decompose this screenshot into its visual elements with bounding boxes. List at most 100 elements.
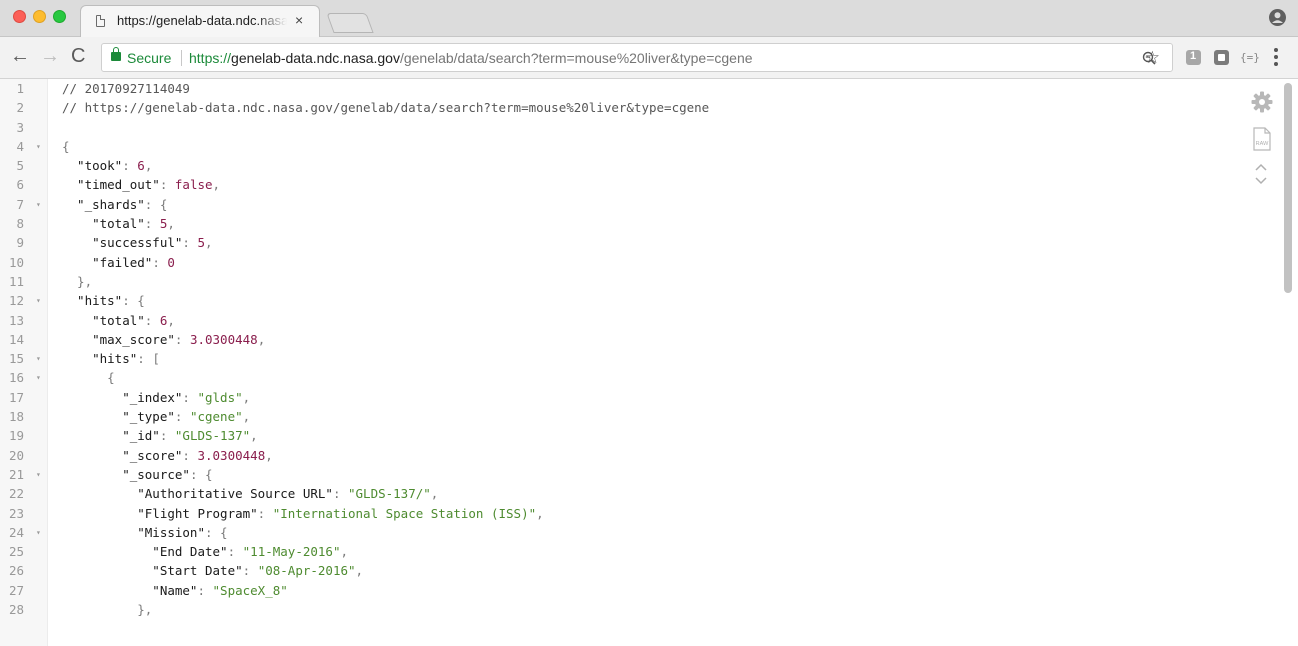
chevron-down-icon[interactable] bbox=[1255, 177, 1267, 185]
code-line: 25 "End Date": "11-May-2016", bbox=[0, 542, 1240, 561]
url-text[interactable]: https://genelab-data.ndc.nasa.gov/genela… bbox=[189, 50, 753, 66]
code-token: false bbox=[174, 177, 213, 193]
code-token: : bbox=[332, 486, 348, 502]
fold-toggle-icon[interactable]: ▾ bbox=[36, 465, 41, 484]
code-line: 21 ▾ "_source": { bbox=[0, 465, 1240, 484]
fold-toggle-icon[interactable]: ▾ bbox=[36, 523, 41, 542]
code-line: 18 "_type": "cgene", bbox=[0, 407, 1240, 426]
code-text: "Flight Program": "International Space S… bbox=[62, 504, 544, 523]
line-number: 12 bbox=[8, 293, 24, 309]
code-text: "successful": 5, bbox=[62, 233, 212, 252]
code-text: "Authoritative Source URL": "GLDS-137/", bbox=[62, 484, 438, 503]
bookmark-star-icon[interactable]: ☆ bbox=[1145, 48, 1160, 68]
line-number: 21 bbox=[8, 466, 24, 482]
line-number: 16 bbox=[8, 370, 24, 386]
code-text: "hits": [ bbox=[62, 349, 160, 368]
code-text: "total": 5, bbox=[62, 214, 175, 233]
back-button[interactable]: ← bbox=[10, 45, 30, 67]
browser-toolbar: ← → C Secure https://genelab-data.ndc.na… bbox=[0, 37, 1298, 79]
fold-toggle-icon[interactable]: ▾ bbox=[36, 195, 41, 214]
code-text: "_type": "cgene", bbox=[62, 407, 250, 426]
profile-icon[interactable] bbox=[1269, 9, 1286, 26]
code-token: "glds" bbox=[197, 389, 243, 405]
fold-toggle-icon[interactable]: ▾ bbox=[36, 137, 41, 156]
chevron-up-icon[interactable] bbox=[1255, 163, 1267, 171]
code-token: : [ bbox=[137, 351, 160, 367]
code-token: : { bbox=[205, 524, 228, 540]
line-number: 23 bbox=[8, 505, 24, 521]
code-token: : bbox=[227, 544, 243, 560]
line-number: 9 bbox=[16, 235, 24, 251]
fold-toggle-icon[interactable]: ▾ bbox=[36, 349, 41, 368]
code-token: "Start Date" bbox=[62, 563, 243, 579]
code-token: "11-May-2016" bbox=[242, 544, 341, 560]
code-text: "_source": { bbox=[62, 465, 212, 484]
code-token: }, bbox=[62, 602, 153, 618]
code-token: : bbox=[182, 447, 198, 463]
line-number: 8 bbox=[16, 216, 24, 232]
code-line: 17 "_index": "glds", bbox=[0, 388, 1240, 407]
line-number: 2 bbox=[16, 100, 24, 116]
code-line: 10 "failed": 0 bbox=[0, 253, 1240, 272]
json-viewer: 1 // 20170927114049 2 // https://genelab-da… bbox=[0, 79, 1298, 646]
code-line: 22 "Authoritative Source URL": "GLDS-137… bbox=[0, 484, 1240, 503]
reload-button[interactable]: C bbox=[71, 45, 85, 67]
code-line: 4 ▾ { bbox=[0, 137, 1240, 156]
fold-toggle-icon[interactable]: ▾ bbox=[36, 291, 41, 310]
extension-2-icon[interactable] bbox=[1214, 50, 1229, 65]
code-line: 9 "successful": 5, bbox=[0, 233, 1240, 252]
code-token: , bbox=[536, 505, 544, 521]
code-token: "_score" bbox=[62, 447, 183, 463]
code-token: : bbox=[174, 409, 190, 425]
json-viewer-extension-icon[interactable]: {=} bbox=[1240, 51, 1260, 64]
code-token: "GLDS-137" bbox=[174, 428, 251, 444]
code-line: 1 // 20170927114049 bbox=[0, 79, 1240, 98]
line-number: 24 bbox=[8, 524, 24, 540]
code-token: "International Space Station (ISS)" bbox=[272, 505, 537, 521]
code-token: , bbox=[212, 177, 221, 193]
window-maximize-button[interactable] bbox=[53, 10, 66, 23]
fold-toggle-icon[interactable]: ▾ bbox=[36, 368, 41, 387]
vertical-scrollbar-thumb[interactable] bbox=[1284, 83, 1292, 293]
secure-label[interactable]: Secure bbox=[127, 50, 171, 66]
code-token: "successful" bbox=[62, 235, 183, 251]
code-line: 7 ▾ "_shards": { bbox=[0, 195, 1240, 214]
gear-icon[interactable] bbox=[1251, 91, 1273, 113]
browser-tab[interactable]: https://genelab-data.ndc.nasa × bbox=[80, 5, 320, 37]
code-line: 13 "total": 6, bbox=[0, 311, 1240, 330]
code-lines: 1 // 20170927114049 2 // https://genelab-da… bbox=[0, 79, 1240, 619]
forward-button[interactable]: → bbox=[40, 45, 60, 67]
code-line: 12 ▾ "hits": { bbox=[0, 291, 1240, 310]
code-token: "hits" bbox=[62, 351, 138, 367]
tab-close-icon[interactable]: × bbox=[295, 12, 303, 28]
new-tab-button[interactable] bbox=[326, 13, 374, 33]
code-token: , bbox=[430, 486, 439, 502]
code-token: // 20170927114049 bbox=[62, 81, 190, 96]
code-line: 3 bbox=[0, 118, 1240, 137]
window-close-button[interactable] bbox=[13, 10, 26, 23]
code-text: { bbox=[62, 137, 70, 156]
code-text: "total": 6, bbox=[62, 311, 175, 330]
code-token: : bbox=[144, 312, 160, 328]
lock-icon[interactable] bbox=[111, 47, 121, 61]
address-bar[interactable]: Secure https://genelab-data.ndc.nasa.gov… bbox=[101, 43, 1173, 72]
code-token: "_type" bbox=[62, 409, 175, 425]
code-text: "failed": 0 bbox=[62, 253, 175, 272]
line-number: 1 bbox=[16, 81, 24, 96]
code-token: : bbox=[159, 428, 175, 444]
code-token: : bbox=[182, 235, 198, 251]
code-token: { bbox=[62, 138, 70, 154]
tab-strip: https://genelab-data.ndc.nasa × bbox=[0, 0, 1298, 37]
kebab-menu-icon[interactable] bbox=[1274, 48, 1278, 66]
code-token: "hits" bbox=[62, 293, 123, 309]
code-line: 6 "timed_out": false, bbox=[0, 175, 1240, 194]
extension-1-icon[interactable] bbox=[1186, 50, 1201, 65]
code-token: , bbox=[265, 447, 273, 463]
url-scheme: https:// bbox=[189, 50, 232, 66]
code-text: "timed_out": false, bbox=[62, 175, 220, 194]
code-line: 27 "Name": "SpaceX_8" bbox=[0, 581, 1240, 600]
window-minimize-button[interactable] bbox=[33, 10, 46, 23]
code-token: "08-Apr-2016" bbox=[257, 563, 356, 579]
raw-view-icon[interactable]: RAW bbox=[1253, 127, 1271, 151]
code-token: "Mission" bbox=[62, 524, 205, 540]
